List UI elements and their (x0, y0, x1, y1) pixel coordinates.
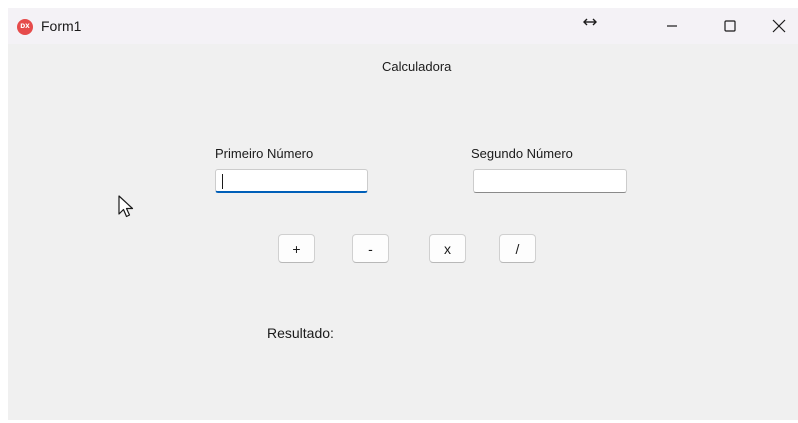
window-title: Form1 (41, 18, 82, 34)
mouse-pointer-icon (118, 195, 134, 218)
divide-button[interactable]: / (499, 234, 536, 263)
form1-window: DX Form1 Calculadora Primeiro Número Seg… (8, 8, 798, 420)
minimize-button[interactable] (644, 8, 700, 44)
minimize-icon (667, 25, 677, 27)
resize-horizontal-icon (583, 18, 597, 26)
title-bar[interactable]: DX Form1 (8, 8, 798, 44)
subtract-button[interactable]: - (352, 234, 389, 263)
result-label: Resultado: (267, 325, 334, 341)
multiply-button[interactable]: x (429, 234, 466, 263)
app-icon: DX (17, 19, 33, 35)
second-number-label: Segundo Número (471, 146, 573, 161)
close-button[interactable] (760, 8, 798, 44)
add-button[interactable]: + (278, 234, 315, 263)
second-number-input[interactable] (473, 169, 627, 193)
close-icon (772, 19, 786, 33)
first-number-label: Primeiro Número (215, 146, 314, 161)
maximize-button[interactable] (702, 8, 758, 44)
maximize-icon (724, 20, 736, 32)
first-number-input[interactable] (215, 169, 368, 193)
calculator-title: Calculadora (382, 59, 452, 74)
text-caret (222, 174, 223, 189)
